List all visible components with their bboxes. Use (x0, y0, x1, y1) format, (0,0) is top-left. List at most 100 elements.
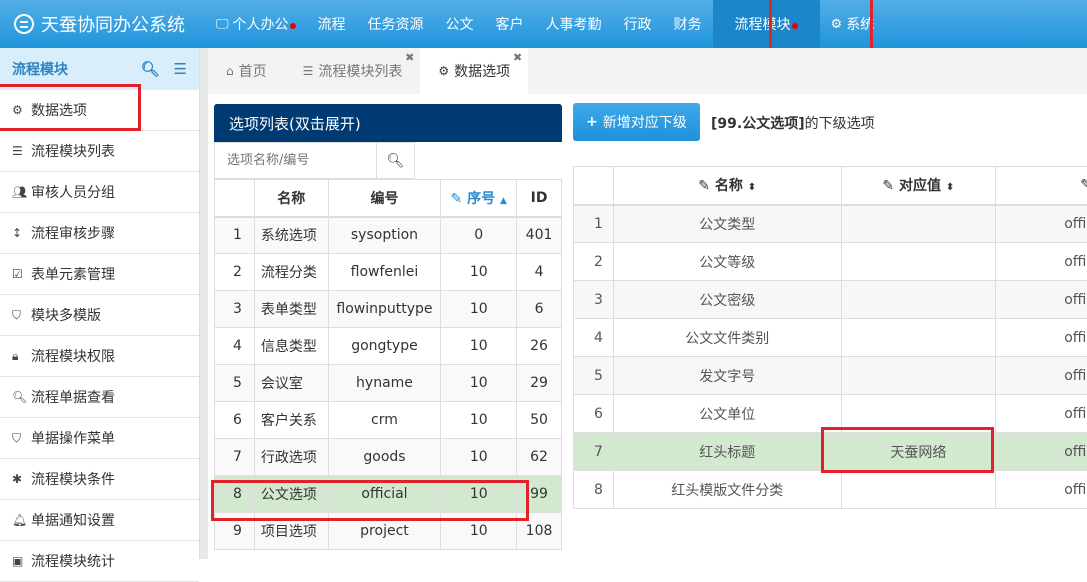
bookmark-icon: ⛉ (12, 308, 28, 323)
cell-sort: 10 (441, 328, 517, 365)
col-sort[interactable]: ✎ 序号 ▲ (441, 180, 517, 217)
sidebar-item-notifications[interactable]: 🔔︎单据通知设置 (0, 500, 199, 541)
plus-icon: + (586, 114, 598, 130)
sidebar-item-statistics[interactable]: ▣流程模块统计 (0, 541, 199, 582)
options-panel: 选项列表(双击展开) 🔍︎ 名称 编号 ✎ 序号 ▲ ID 1系统选项sysop… (214, 104, 562, 550)
nav-system[interactable]: ⚙系统 (820, 0, 886, 48)
cell-value (841, 281, 996, 319)
col-name[interactable]: ✎ 名称 ⬍ (613, 167, 841, 205)
cell-index: 2 (215, 254, 255, 291)
table-row[interactable]: 2公文等级official (574, 243, 1087, 281)
sidebar-item-conditions[interactable]: ✱流程模块条件 (0, 459, 199, 500)
cell-name: 公文等级 (613, 243, 841, 281)
monitor-icon: 🖵 (216, 17, 229, 32)
cell-name: 系统选项 (254, 217, 328, 254)
cell-value: 天蚕网络 (841, 433, 996, 471)
nav-flow-module[interactable]: 流程模块 (713, 0, 820, 48)
nav-finance[interactable]: 财务 (663, 0, 713, 48)
close-icon[interactable]: ✖ (405, 51, 414, 64)
nav-customers[interactable]: 客户 (485, 0, 535, 48)
add-child-button[interactable]: +新增对应下级 (573, 103, 700, 141)
cell-extra: official (996, 243, 1087, 281)
menu-icon[interactable]: ☰ (174, 60, 187, 78)
table-row[interactable]: 1系统选项sysoption0401 (215, 217, 562, 254)
search-input[interactable] (215, 142, 377, 179)
table-row[interactable]: 5发文字号official (574, 357, 1087, 395)
sidebar-item-doc-view[interactable]: 🔍︎流程单据查看 (0, 377, 199, 418)
table-row[interactable]: 3公文密级official (574, 281, 1087, 319)
col-extra[interactable]: ✎ (996, 167, 1087, 205)
table-row[interactable]: 6客户关系crm1050 (215, 402, 562, 439)
cell-index: 5 (574, 357, 614, 395)
sidebar-item-permissions[interactable]: 🔒︎流程模块权限 (0, 336, 199, 377)
tab-bar: ⌂首页 ☰流程模块列表✖ ⚙数据选项✖ (208, 48, 1087, 94)
sidebar-item-form-elements[interactable]: ☑表单元素管理 (0, 254, 199, 295)
search-icon[interactable]: 🔍︎ (141, 60, 160, 78)
cell-index: 4 (574, 319, 614, 357)
nav-documents[interactable]: 公文 (435, 0, 485, 48)
table-row[interactable]: 6公文单位official (574, 395, 1087, 433)
nav-personal[interactable]: 🖵个人办公 (205, 0, 307, 48)
table-row[interactable]: 7红头标题天蚕网络official (574, 433, 1087, 471)
cell-value (841, 319, 996, 357)
panel-title: 选项列表(双击展开) (214, 104, 562, 142)
tab-module-list[interactable]: ☰流程模块列表✖ (285, 48, 421, 94)
sidebar-item-data-options[interactable]: ⚙数据选项 (0, 90, 199, 131)
tab-home[interactable]: ⌂首页 (208, 48, 285, 94)
cell-name: 公文文件类别 (613, 319, 841, 357)
cell-sort: 10 (441, 476, 517, 513)
table-row[interactable]: 8红头模版文件分类official (574, 471, 1087, 509)
cell-extra: official (996, 433, 1087, 471)
sidebar: 流程模块 🔍︎☰ ⚙数据选项 ☰流程模块列表 👥︎审核人员分组 ↕流程审核步骤 … (0, 48, 200, 559)
table-row[interactable]: 9项目选项project10108 (215, 513, 562, 550)
cell-code: flowfenlei (328, 254, 441, 291)
table-row[interactable]: 7行政选项goods1062 (215, 439, 562, 476)
nav-admin[interactable]: 行政 (613, 0, 663, 48)
cell-name: 公文密级 (613, 281, 841, 319)
table-row[interactable]: 5会议室hyname1029 (215, 365, 562, 402)
cell-sort: 10 (441, 513, 517, 550)
search-button[interactable]: 🔍︎ (377, 142, 415, 179)
cell-code: project (328, 513, 441, 550)
cell-name: 项目选项 (254, 513, 328, 550)
bell-icon: 🔔︎ (12, 513, 28, 527)
col-name[interactable]: 名称 (254, 180, 328, 217)
nav-hr[interactable]: 人事考勤 (535, 0, 613, 48)
chat-logo-icon (14, 14, 34, 34)
nav-tasks[interactable]: 任务资源 (357, 0, 435, 48)
sidebar-item-review-steps[interactable]: ↕流程审核步骤 (0, 213, 199, 254)
app-logo[interactable]: 天蚕协同办公系统 (0, 11, 205, 37)
col-value[interactable]: ✎ 对应值 ⬍ (841, 167, 996, 205)
cell-extra: official (996, 319, 1087, 357)
cell-code: sysoption (328, 217, 441, 254)
sidebar-item-module-list[interactable]: ☰流程模块列表 (0, 131, 199, 172)
nav-flow[interactable]: 流程 (307, 0, 357, 48)
sidebar-item-reviewer-groups[interactable]: 👥︎审核人员分组 (0, 172, 199, 213)
cell-index: 3 (574, 281, 614, 319)
table-row[interactable]: 4信息类型gongtype1026 (215, 328, 562, 365)
table-row[interactable]: 3表单类型flowinputtype106 (215, 291, 562, 328)
sidebar-title: 流程模块 (12, 59, 68, 79)
sort-icon: ⬍ (946, 182, 954, 193)
splitter[interactable] (200, 48, 208, 559)
lock-icon: 🔒︎ (12, 349, 28, 364)
notification-dot (792, 23, 798, 29)
col-id[interactable]: ID (517, 180, 562, 217)
cell-id: 108 (517, 513, 562, 550)
cell-index: 5 (215, 365, 255, 402)
col-code[interactable]: 编号 (328, 180, 441, 217)
table-row[interactable]: 4公文文件类别 official (574, 319, 1087, 357)
table-row[interactable]: 2流程分类flowfenlei104 (215, 254, 562, 291)
sidebar-item-action-menu[interactable]: ⛉单据操作菜单 (0, 418, 199, 459)
tab-data-options[interactable]: ⚙数据选项✖ (420, 48, 528, 94)
sidebar-item-templates[interactable]: ⛉模块多模版 (0, 295, 199, 336)
cell-code: goods (328, 439, 441, 476)
cell-id: 4 (517, 254, 562, 291)
arrows-vertical-icon: ↕ (12, 226, 28, 240)
table-row[interactable]: 1公文类型official (574, 205, 1087, 243)
table-row[interactable]: 8公文选项official1099 (215, 476, 562, 513)
close-icon[interactable]: ✖ (513, 51, 522, 64)
cell-id: 6 (517, 291, 562, 328)
notification-dot (290, 23, 296, 29)
cell-name: 行政选项 (254, 439, 328, 476)
